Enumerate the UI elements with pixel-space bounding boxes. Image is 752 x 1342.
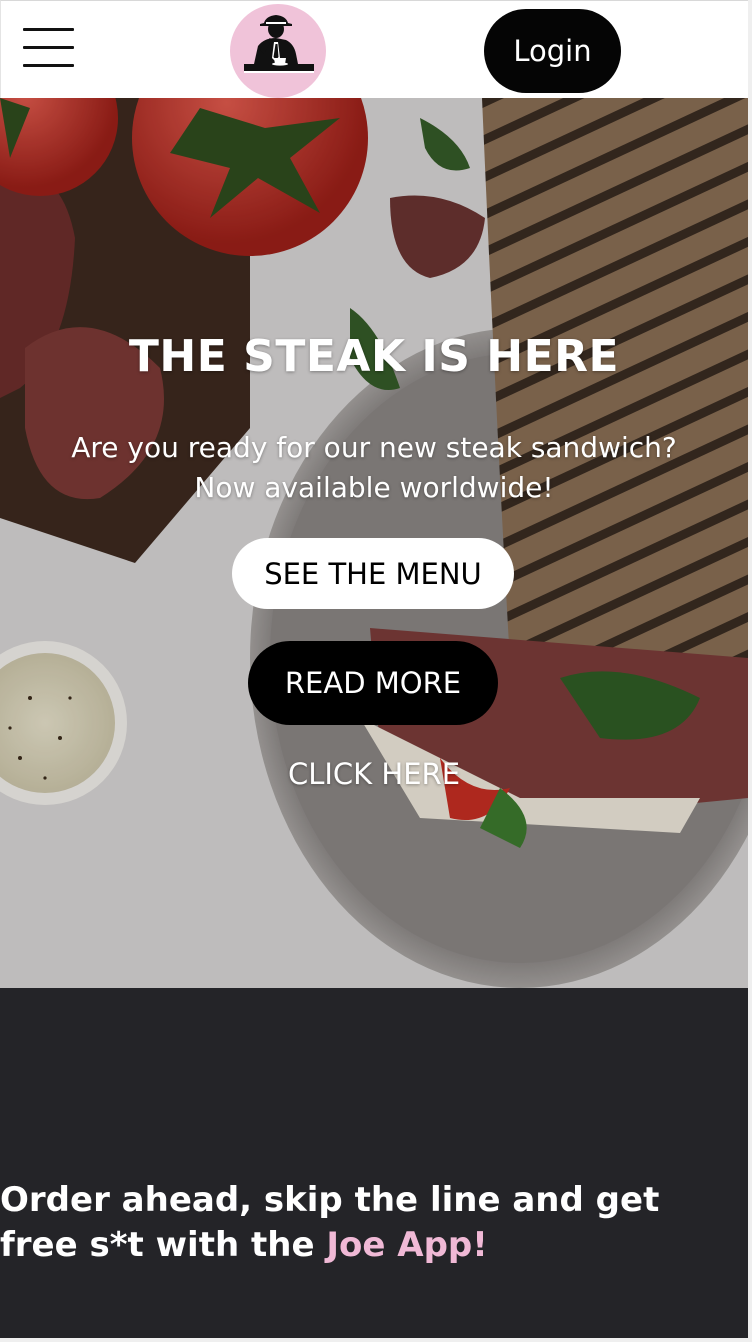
menu-bar-line xyxy=(23,64,74,67)
see-the-menu-button[interactable]: SEE THE MENU xyxy=(232,538,514,609)
hamburger-menu-icon[interactable] xyxy=(23,28,75,68)
hero-title: THE STEAK IS HERE xyxy=(128,331,620,382)
read-more-button[interactable]: READ MORE xyxy=(248,641,498,725)
hero-subtitle-line1: Are you ready for our new steak sandwich… xyxy=(71,431,677,464)
top-nav-bar: Login xyxy=(0,0,748,98)
click-here-link[interactable]: CLICK HERE xyxy=(0,757,748,791)
app-promo-section: Order ahead, skip the line and get free … xyxy=(0,988,748,1338)
page-edge xyxy=(748,0,752,1342)
hero-subtitle: Are you ready for our new steak sandwich… xyxy=(0,428,748,508)
login-button[interactable]: Login xyxy=(484,9,621,93)
menu-bar-line xyxy=(23,28,74,31)
page-edge xyxy=(0,1338,752,1342)
app-promo-text: Order ahead, skip the line and get free … xyxy=(0,1178,740,1268)
menu-bar-line xyxy=(23,46,74,49)
brand-logo[interactable] xyxy=(230,4,326,98)
hero-banner: THE STEAK IS HERE Are you ready for our … xyxy=(0,98,748,988)
man-drinking-coffee-logo-icon xyxy=(244,15,314,73)
joe-app-link[interactable]: Joe App! xyxy=(326,1225,487,1265)
hero-subtitle-line2: Now available worldwide! xyxy=(194,471,554,504)
